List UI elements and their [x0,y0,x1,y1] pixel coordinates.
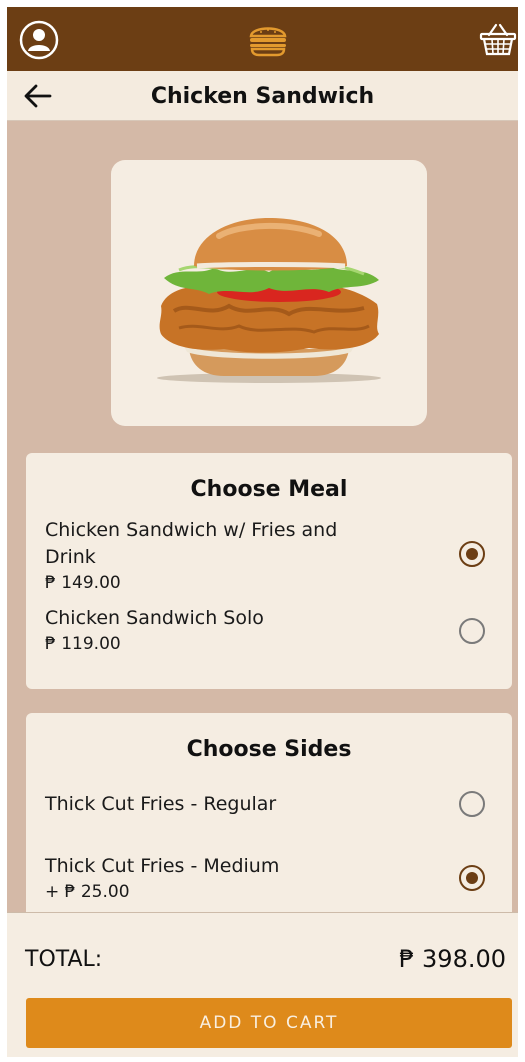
meal-option-name[interactable]: Chicken Sandwich Solo [45,605,264,632]
profile-icon[interactable] [19,20,59,60]
meal-option-radio[interactable] [459,618,485,644]
burger-logo-icon [249,27,287,57]
total-value: ₱ 398.00 [399,945,506,973]
app-screen: Chicken Sandwich Choose Meal Chicken San… [7,7,518,1057]
choose-meal-title: Choose Meal [190,477,348,502]
cart-basket-icon[interactable] [479,21,517,59]
meal-option-name-line: Drink [45,546,96,568]
choose-meal-card: Choose Meal Chicken Sandwich w/ Fries an… [26,453,512,689]
meal-option-name-line: Chicken Sandwich w/ Fries and [45,519,338,541]
side-option-price: + ₱ 25.00 [45,882,130,902]
meal-option-price: ₱ 149.00 [45,573,121,593]
chicken-sandwich-image [157,218,381,383]
meal-option-price: ₱ 119.00 [45,634,121,654]
side-option-name[interactable]: Thick Cut Fries - Regular [45,791,276,818]
total-label: TOTAL: [25,947,103,972]
choose-sides-title: Choose Sides [186,737,352,762]
product-image-card [111,160,427,426]
side-option-radio[interactable] [459,791,485,817]
add-to-cart-button[interactable]: ADD TO CART [26,998,512,1048]
side-option-radio-selected[interactable] [459,865,485,891]
title-bar: Chicken Sandwich [7,71,518,121]
checkout-footer: TOTAL: ₱ 398.00 ADD TO CART [7,912,518,1057]
meal-option-name[interactable]: Chicken Sandwich w/ Fries and Drink [45,517,337,571]
page-title: Chicken Sandwich [150,84,375,109]
side-option-name[interactable]: Thick Cut Fries - Medium [45,853,279,880]
meal-option-radio-selected[interactable] [459,541,485,567]
top-bar [7,7,518,71]
